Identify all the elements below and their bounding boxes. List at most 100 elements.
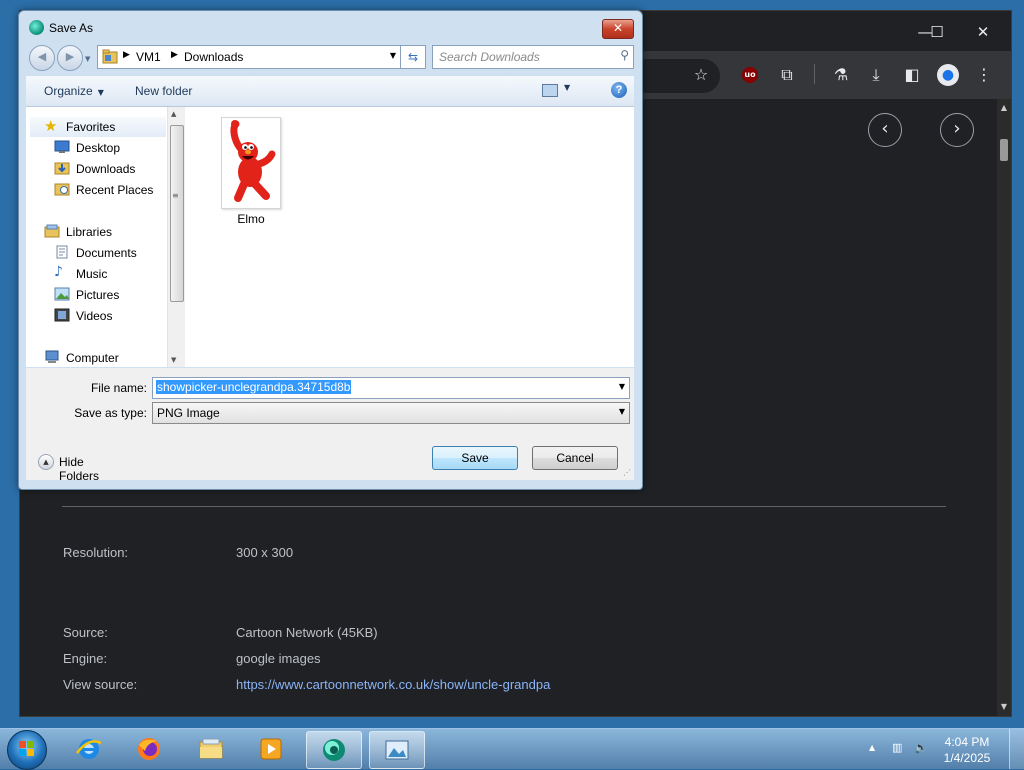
nav-label: Favorites	[66, 120, 116, 134]
taskbar-internet-explorer[interactable]	[62, 731, 116, 767]
save-as-dialog: Save As ✕ ◀ ▶ ▼ ▶ VM1 ▶ Downloads ▼ ⇆ Se…	[18, 10, 643, 490]
taskbar-image-viewer[interactable]	[369, 731, 425, 769]
file-name-label: File name:	[90, 381, 147, 395]
clock-time: 4:04 PM	[944, 735, 990, 749]
computer-icon	[45, 350, 59, 363]
scroll-down-icon[interactable]: ▼	[171, 356, 176, 364]
view-options-icon[interactable]: ▼	[564, 83, 570, 92]
maximize-icon[interactable]: ☐	[922, 19, 952, 45]
recent-locations-icon[interactable]: ▼	[85, 55, 90, 63]
change-view-icon[interactable]	[542, 84, 558, 97]
music-icon: ♪	[54, 264, 63, 280]
windows-logo-icon	[19, 741, 35, 757]
file-list: Elmo	[185, 107, 634, 367]
back-button[interactable]: ◀	[29, 45, 55, 71]
source-label: Source:	[63, 625, 108, 640]
close-button[interactable]: ✕	[602, 19, 634, 39]
cancel-button[interactable]: Cancel	[532, 446, 618, 470]
ublock-icon[interactable]: uo	[742, 67, 758, 83]
nav-label: Downloads	[76, 162, 136, 176]
file-name-label: Elmo	[237, 212, 265, 226]
scroll-grip-icon: ≡	[172, 191, 179, 200]
scrollbar-thumb[interactable]	[1000, 139, 1008, 161]
taskbar-active-app[interactable]	[306, 731, 362, 769]
next-image-button[interactable]: ›	[940, 113, 974, 147]
forward-button[interactable]: ▶	[57, 45, 83, 71]
address-dropdown-icon[interactable]: ▼	[390, 51, 396, 60]
taskbar-file-explorer[interactable]	[184, 731, 238, 767]
close-icon[interactable]: ✕	[968, 19, 998, 45]
network-icon[interactable]: ▥	[892, 741, 908, 755]
organize-button[interactable]: Organize ▼	[44, 84, 104, 98]
breadcrumb-arrow-icon[interactable]: ▶	[171, 50, 178, 60]
nav-label: Documents	[76, 246, 137, 260]
scroll-up-icon[interactable]: ▲	[171, 110, 176, 118]
side-panel-icon[interactable]: ◧	[901, 64, 923, 86]
address-breadcrumb[interactable]: ▶ VM1 ▶ Downloads ▼	[97, 45, 401, 69]
resize-grip-icon[interactable]: ⋰	[623, 468, 631, 477]
image-viewer-icon	[385, 740, 409, 760]
file-thumbnail[interactable]	[221, 117, 281, 209]
page-scrollbar[interactable]: ▲ ▼	[997, 99, 1011, 716]
extensions-icon[interactable]: ⧉	[776, 64, 798, 86]
nav-label: Recent Places	[76, 183, 154, 197]
nav-label: Music	[76, 267, 108, 281]
show-hidden-icons-icon[interactable]: ▲	[869, 743, 875, 752]
refresh-button[interactable]: ⇆	[400, 45, 426, 69]
view-source-link[interactable]: https://www.cartoonnetwork.co.uk/show/un…	[236, 677, 550, 692]
nav-label: Desktop	[76, 141, 121, 155]
navigation-pane: ★ Favorites Desktop Downloads Recent Pla…	[26, 107, 185, 367]
media-player-icon	[260, 738, 282, 760]
profile-icon[interactable]: ●	[937, 64, 959, 86]
save-as-type-label: Save as type:	[74, 406, 147, 420]
taskbar: ▲ ▥ 🔈 4:04 PM 1/4/2025	[0, 728, 1024, 770]
save-as-type-select[interactable]: PNG Image ▼	[152, 402, 630, 424]
nav-label: Computer	[66, 351, 119, 365]
chevron-down-icon[interactable]: ▼	[619, 382, 625, 391]
breadcrumb-arrow-icon[interactable]: ▶	[123, 50, 130, 60]
pictures-icon	[54, 287, 70, 301]
app-icon	[323, 739, 345, 761]
nav-label: Libraries	[66, 225, 113, 239]
bookmark-star-icon[interactable]: ☆	[690, 64, 712, 86]
view-source-label: View source:	[63, 677, 138, 692]
downloads-icon[interactable]: ⤓	[865, 64, 887, 86]
help-icon[interactable]: ?	[611, 82, 627, 98]
organize-label: Organize	[44, 84, 93, 98]
taskbar-firefox[interactable]	[122, 731, 176, 767]
taskbar-media-player[interactable]	[244, 731, 298, 767]
chevron-down-icon[interactable]: ▼	[619, 407, 625, 416]
scroll-up-icon[interactable]: ▲	[997, 101, 1011, 115]
menu-icon[interactable]: ⋮	[973, 64, 995, 86]
breadcrumb-downloads[interactable]: Downloads	[184, 50, 243, 64]
star-icon: ★	[44, 117, 58, 135]
toolbar-separator	[814, 64, 815, 84]
clock-date: 1/4/2025	[943, 751, 991, 765]
search-input[interactable]: Search Downloads ⚲	[432, 45, 634, 69]
videos-icon	[54, 308, 70, 322]
nav-label: Pictures	[76, 288, 120, 302]
save-as-type-value: PNG Image	[157, 406, 220, 420]
dialog-title: Save As	[49, 21, 94, 35]
new-folder-button[interactable]: New folder	[135, 84, 192, 98]
libraries-icon	[44, 224, 60, 238]
start-button[interactable]	[7, 730, 47, 770]
command-bar: Organize ▼ New folder ▼ ?	[26, 76, 634, 107]
labs-icon[interactable]: ⚗	[830, 64, 852, 86]
volume-muted-icon[interactable]: 🔈	[914, 741, 930, 755]
nav-scrollbar[interactable]: ▲ ≡ ▼	[167, 107, 185, 367]
save-button[interactable]: Save	[432, 446, 518, 470]
search-icon: ⚲	[620, 48, 629, 62]
nav-favorites[interactable]: ★ Favorites	[30, 117, 166, 137]
previous-image-button[interactable]: ‹	[868, 113, 902, 147]
scroll-down-icon[interactable]: ▼	[997, 700, 1011, 714]
breadcrumb-vm1[interactable]: VM1	[136, 50, 161, 64]
file-name-field[interactable]: showpicker-unclegrandpa.34715d8b ▼	[152, 377, 630, 399]
chevron-down-icon: ▼	[97, 88, 104, 97]
internet-explorer-icon	[76, 739, 102, 759]
clock[interactable]: 4:04 PM 1/4/2025	[936, 734, 998, 766]
file-explorer-icon	[199, 738, 223, 759]
chevron-up-icon: ▲	[38, 454, 54, 470]
scrollbar-thumb[interactable]	[170, 125, 184, 302]
show-desktop-button[interactable]	[1009, 729, 1024, 769]
